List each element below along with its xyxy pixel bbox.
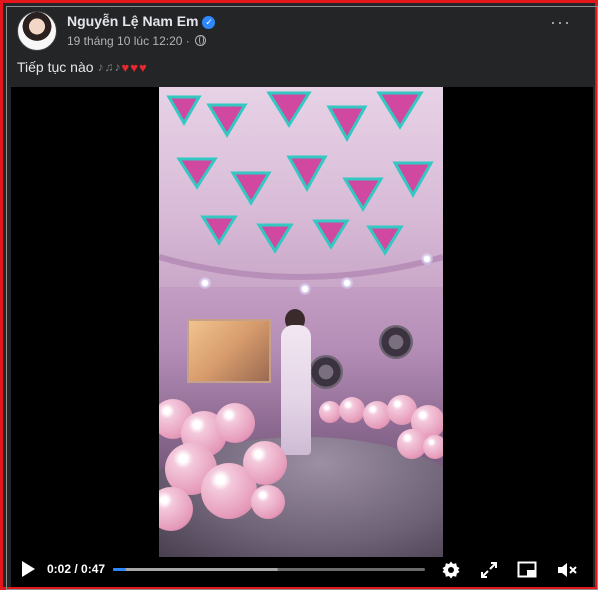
balloon <box>423 435 443 459</box>
progress-bar[interactable] <box>113 568 425 571</box>
fullscreen-icon[interactable] <box>478 559 500 581</box>
heart-icon: ♥ <box>138 59 147 75</box>
music-note-icon: ♫ <box>104 60 114 74</box>
stage-speaker <box>379 325 413 359</box>
music-note-icon: ♪ <box>97 60 104 74</box>
stage-screen <box>187 319 271 383</box>
balloon <box>215 403 255 443</box>
balloon <box>251 485 285 519</box>
time-display: 0:02 / 0:47 <box>47 562 106 576</box>
heart-icon: ♥ <box>121 59 130 75</box>
progress-fill <box>113 568 127 571</box>
caption-emoji: ♪ ♫ ♪ ♥ ♥ ♥ <box>98 60 147 75</box>
stage-speaker <box>309 355 343 389</box>
stage-ceiling <box>159 87 443 287</box>
video-controls: 0:02 / 0:47 <box>11 553 593 587</box>
balloon <box>319 401 341 423</box>
post-frame: Nguyễn Lệ Nam Em ✓ 19 tháng 10 lúc 12:20 … <box>0 0 598 590</box>
balloon <box>243 441 287 485</box>
balloon <box>339 397 365 423</box>
settings-icon[interactable] <box>440 559 462 581</box>
stage-light <box>199 277 211 289</box>
post-header: Nguyễn Lệ Nam Em ✓ 19 tháng 10 lúc 12:20 … <box>17 11 577 53</box>
avatar[interactable] <box>17 11 57 51</box>
post-caption: Tiếp tục nào ♪ ♫ ♪ ♥ ♥ ♥ <box>17 59 147 75</box>
stage-light <box>299 283 311 295</box>
verified-badge-icon: ✓ <box>202 16 216 29</box>
caption-text: Tiếp tục nào <box>17 59 94 75</box>
author-name-text[interactable]: Nguyễn Lệ Nam Em <box>67 13 198 29</box>
author-name[interactable]: Nguyễn Lệ Nam Em ✓ <box>67 13 216 29</box>
picture-in-picture-icon[interactable] <box>516 559 538 581</box>
music-note-icon: ♪ <box>114 60 121 74</box>
play-icon[interactable] <box>22 561 35 577</box>
video-frame[interactable] <box>159 87 443 557</box>
progress-buffer <box>113 568 279 571</box>
globe-icon <box>195 35 207 46</box>
stage-light <box>341 277 353 289</box>
post-timestamp[interactable]: 19 tháng 10 lúc 12:20 · <box>67 34 190 48</box>
video-player[interactable]: 0:02 / 0:47 <box>11 87 593 587</box>
post-meta: 19 tháng 10 lúc 12:20 · <box>67 34 207 48</box>
ceiling-triangle-pattern <box>159 91 443 280</box>
heart-icon: ♥ <box>130 59 138 75</box>
mute-icon[interactable] <box>556 559 578 581</box>
singer-body <box>281 325 311 455</box>
stage-light <box>421 253 433 265</box>
more-options-icon[interactable]: ··· <box>550 13 571 31</box>
